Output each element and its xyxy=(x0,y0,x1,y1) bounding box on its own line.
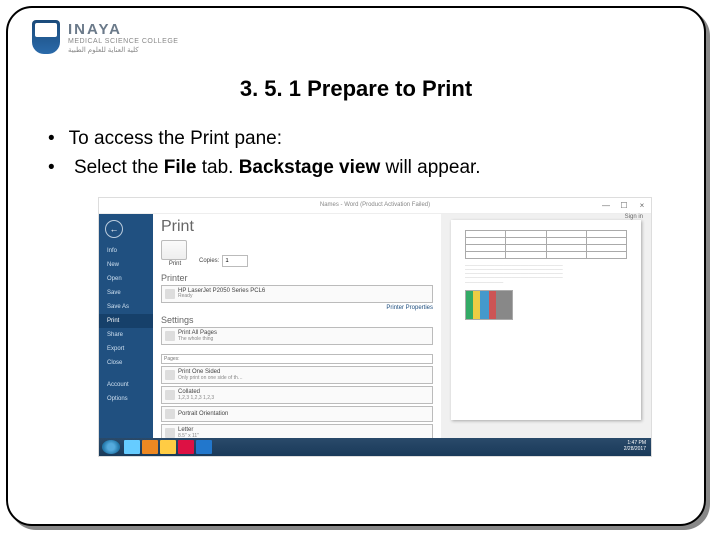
windows-taskbar: 1:47 PM 2/28/2017 xyxy=(99,438,651,456)
sidebar-item-export[interactable]: Export xyxy=(99,342,153,356)
print-heading: Print xyxy=(161,218,433,236)
pages-icon xyxy=(165,331,175,341)
bullet-2: Select the File tab. Backstage view will… xyxy=(48,153,664,182)
slide: INAYA MEDICAL SCIENCE COLLEGE كلية العنا… xyxy=(6,6,706,526)
pages-input[interactable] xyxy=(161,354,433,364)
copies-group: Copies: xyxy=(199,255,248,267)
taskbar-firefox-icon[interactable] xyxy=(142,440,158,454)
sidebar-item-close[interactable]: Close xyxy=(99,356,153,370)
setting-allpages-label: Print All Pages xyxy=(178,330,429,337)
print-settings-pane: Print Print Copies: Printer HP LaserJ xyxy=(153,214,441,440)
sidebar-item-saveas[interactable]: Save As xyxy=(99,300,153,314)
taskbar-clock[interactable]: 1:47 PM 2/28/2017 xyxy=(624,441,646,452)
printer-name: HP LaserJet P2050 Series PCL6 xyxy=(178,288,429,295)
word-window-title: Names - Word (Product Activation Failed) xyxy=(320,202,430,208)
word-titlebar: Names - Word (Product Activation Failed)… xyxy=(99,198,651,214)
b2-backstage: Backstage view xyxy=(239,157,381,178)
settings-section-label: Settings xyxy=(161,315,433,325)
bullet-1: To access the Print pane: xyxy=(48,124,664,153)
print-button-label: Print xyxy=(161,261,189,267)
slide-title: 3. 5. 1 Prepare to Print xyxy=(8,76,704,102)
setting-oneside-sub: Only print on one side of th… xyxy=(178,376,429,382)
papersize-icon xyxy=(165,428,175,438)
b2-mid: tab. xyxy=(196,157,238,178)
print-preview-pane: ────────────────────────────────────────… xyxy=(441,214,651,440)
setting-oneside[interactable]: Print One Sided Only print on one side o… xyxy=(161,366,433,384)
printer-icon xyxy=(161,240,187,260)
taskbar-date: 2/28/2017 xyxy=(624,447,646,453)
setting-collated[interactable]: Collated 1,2,3 1,2,3 1,2,3 xyxy=(161,386,433,404)
setting-collated-label: Collated xyxy=(178,389,429,396)
logo-shield-icon xyxy=(32,20,60,54)
printer-properties-link[interactable]: Printer Properties xyxy=(161,305,433,311)
taskbar-powerpoint-icon[interactable] xyxy=(178,440,194,454)
taskbar-ie-icon[interactable] xyxy=(124,440,140,454)
logo-main: INAYA xyxy=(68,21,178,38)
print-row: Print Copies: xyxy=(161,240,433,267)
setting-collated-sub: 1,2,3 1,2,3 1,2,3 xyxy=(178,396,429,402)
logo-sub: MEDICAL SCIENCE COLLEGE xyxy=(68,38,178,45)
copies-input[interactable] xyxy=(222,255,248,267)
setting-orientation[interactable]: Portrait Orientation xyxy=(161,406,433,422)
taskbar-folder-icon[interactable] xyxy=(160,440,176,454)
word-body: ← Info New Open Save Save As Print Share… xyxy=(99,214,651,440)
collated-icon xyxy=(165,390,175,400)
orientation-icon xyxy=(165,409,175,419)
taskbar-word-icon[interactable] xyxy=(196,440,212,454)
sidebar-item-save[interactable]: Save xyxy=(99,286,153,300)
setting-allpages-sub: The whole thing xyxy=(178,337,429,343)
logo-arabic: كلية العناية للعلوم الطبية xyxy=(68,46,178,54)
printer-section-label: Printer xyxy=(161,273,433,283)
minimize-button[interactable]: — xyxy=(597,198,615,214)
b2-file: File xyxy=(164,157,197,178)
word-screenshot: Names - Word (Product Activation Failed)… xyxy=(98,197,652,457)
copies-label: Copies: xyxy=(199,258,219,264)
maximize-button[interactable]: ☐ xyxy=(615,198,633,214)
back-button[interactable]: ← xyxy=(105,220,123,238)
bullet-list: To access the Print pane: Select the Fil… xyxy=(48,124,664,183)
setting-orientation-label: Portrait Orientation xyxy=(178,411,429,418)
logo-text: INAYA MEDICAL SCIENCE COLLEGE كلية العنا… xyxy=(68,21,178,54)
preview-table xyxy=(465,230,627,259)
close-button[interactable]: × xyxy=(633,198,651,214)
window-controls: — ☐ × xyxy=(597,198,651,214)
printer-dropdown[interactable]: HP LaserJet P2050 Series PCL6 Ready xyxy=(161,285,433,303)
setting-allpages[interactable]: Print All Pages The whole thing xyxy=(161,327,433,345)
backstage-sidebar: ← Info New Open Save Save As Print Share… xyxy=(99,214,153,440)
logo: INAYA MEDICAL SCIENCE COLLEGE كلية العنا… xyxy=(32,20,178,54)
sidebar-item-print[interactable]: Print xyxy=(99,314,153,328)
printer-status: Ready xyxy=(178,294,429,300)
b2-pre: Select the xyxy=(74,157,164,178)
preview-page: ────────────────────────────────────────… xyxy=(451,220,641,420)
sidebar-item-account[interactable]: Account xyxy=(99,378,153,392)
print-button[interactable]: Print xyxy=(161,240,189,267)
sidebar-item-info[interactable]: Info xyxy=(99,244,153,258)
sign-in-link[interactable]: Sign in xyxy=(625,214,643,220)
oneside-icon xyxy=(165,370,175,380)
sidebar-item-share[interactable]: Share xyxy=(99,328,153,342)
sidebar-item-open[interactable]: Open xyxy=(99,272,153,286)
preview-body-text: ────────────────────────────────────────… xyxy=(465,263,627,284)
sidebar-item-options[interactable]: Options xyxy=(99,392,153,406)
printer-status-icon xyxy=(165,289,175,299)
setting-letter-label: Letter xyxy=(178,427,429,434)
b2-post: will appear. xyxy=(380,157,480,178)
preview-chart-icon xyxy=(465,290,513,320)
sidebar-item-new[interactable]: New xyxy=(99,258,153,272)
start-button[interactable] xyxy=(102,440,120,454)
